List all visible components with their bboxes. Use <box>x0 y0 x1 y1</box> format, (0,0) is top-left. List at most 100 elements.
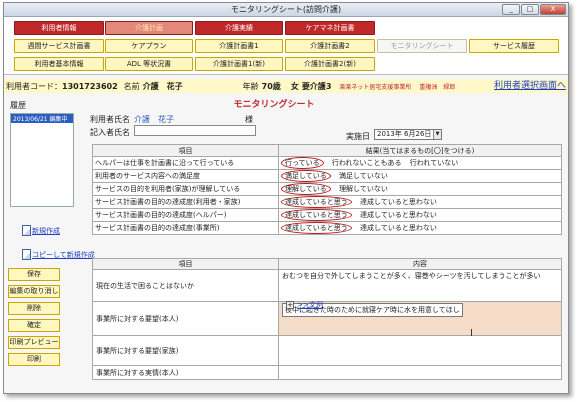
history-panel: 履歴 2013/06/21 編集中 <box>10 100 74 207</box>
btn-care-plan-1[interactable]: 介護計画書1 <box>195 39 283 53</box>
eval-col-item: 項目 <box>92 144 279 157</box>
new-document-icon <box>22 225 31 236</box>
user-select-link[interactable]: 利用者選択画面へ <box>494 79 566 93</box>
option-selected[interactable]: 行っている <box>281 157 324 169</box>
req-item: 現在の生活で困ることはないか <box>92 269 279 302</box>
req-item: 事業所に対する要望(本人) <box>92 301 279 336</box>
eval-result: 行っている 行われないこともある 行われていない <box>278 156 562 170</box>
tab-caremanager-plan[interactable]: ケアマネ計画書 <box>285 21 375 35</box>
option[interactable]: 満足していない <box>339 171 388 181</box>
tab-care-record[interactable]: 介護実績 <box>195 21 283 35</box>
table-row: 現在の生活で困ることはないか おむつを自分で外してしまうことが多く、寝巻やシーツ… <box>92 269 562 302</box>
table-row: サービス計画書の目的の達成度(利用者・家族) 達成していると思う 達成していると… <box>92 195 562 209</box>
text-cursor-icon: I <box>470 328 473 339</box>
evaluation-table: 項目 結果(当てはまるもの[〇]をつける) ヘルパーは仕事を計画書に沿って行って… <box>92 144 562 235</box>
user-code: 1301723602 <box>62 81 118 91</box>
window-title: モニタリングシート(訪問介護) <box>230 5 342 14</box>
age-value: 70歳 <box>261 81 281 91</box>
req-content-field[interactable]: おむつを自分で外してしまうことが多く、寝巻やシーツを汚してしまうことが多い <box>278 269 562 302</box>
delete-button[interactable]: 削除 <box>8 302 60 315</box>
tab-user-info[interactable]: 利用者情報 <box>14 21 104 35</box>
req-content-field[interactable] <box>278 335 562 366</box>
template-link[interactable]: >>文例 <box>297 301 323 309</box>
user-name-label: 利用者氏名 <box>90 115 130 124</box>
option[interactable]: 達成していると思わない <box>360 197 437 207</box>
req-col-content: 内容 <box>278 258 562 270</box>
eval-col-result: 結果(当てはまるもの[〇]をつける) <box>278 144 562 157</box>
btn-service-history[interactable]: サービス履歴 <box>469 39 559 53</box>
eval-item: サービスの目的を利用者(家族)が理解している <box>92 182 279 196</box>
option-selected[interactable]: 満足している <box>281 170 331 182</box>
btn-care-plan[interactable]: ケアプラン <box>105 39 193 53</box>
form-user-name: 介護 花子 <box>134 115 174 124</box>
history-item[interactable]: 2013/06/21 編集中 <box>11 114 73 123</box>
table-row: 事業所に対する要望(家族) <box>92 335 562 366</box>
copy-new-label: コピーして新規作成 <box>32 250 95 259</box>
mini-toolbar: + >>文例 <box>286 300 323 310</box>
sheet-title: モニタリングシート <box>233 100 315 110</box>
honorific: 様 <box>245 115 253 124</box>
recorder-label: 記入者氏名 <box>90 128 130 137</box>
user-code-label: 利用者コード： <box>6 81 62 91</box>
option-selected[interactable]: 理解している <box>281 183 331 195</box>
btn-weekly-service-plan[interactable]: 週間サービス計画書 <box>14 39 104 53</box>
eval-item: ヘルパーは仕事を計画書に沿って行っている <box>92 156 279 170</box>
date-label: 実施日 <box>346 132 370 141</box>
btn-care-plan-2[interactable]: 介護計画書2 <box>285 39 375 53</box>
option-selected[interactable]: 達成していると思う <box>281 222 352 234</box>
btn-user-basic-info[interactable]: 利用者基本情報 <box>14 57 104 71</box>
req-content-field[interactable] <box>278 365 562 380</box>
history-label: 履歴 <box>10 101 26 110</box>
eval-result: 達成していると思う 達成していると思わない <box>278 208 562 222</box>
staff-name: 重複洲 緑郎 <box>419 83 456 91</box>
maximize-button[interactable]: □ <box>521 4 539 15</box>
new-create-label: 新規作成 <box>32 226 60 235</box>
care-level-value: 3 <box>325 81 332 91</box>
history-list[interactable]: 2013/06/21 編集中 <box>10 113 74 207</box>
save-button[interactable]: 保存 <box>8 268 60 281</box>
table-row: サービス計画書の目的の達成度(ヘルパー) 達成していると思う 達成していると思わ… <box>92 208 562 222</box>
eval-result: 満足している 満足していない <box>278 169 562 183</box>
date-picker[interactable]: 2013年 6月26日 ▼ <box>374 129 442 140</box>
chevron-down-icon[interactable]: ▼ <box>433 130 441 139</box>
close-button[interactable]: X <box>540 4 566 15</box>
eval-item: サービス計画書の目的の達成度(事業所) <box>92 221 279 235</box>
eval-result: 理解している 理解していない <box>278 182 562 196</box>
btn-monitoring-sheet[interactable]: モニタリングシート <box>377 39 467 53</box>
tab-care-plan[interactable]: 介護計画 <box>105 21 193 35</box>
option[interactable]: 達成していると思わない <box>360 210 437 220</box>
print-preview-button[interactable]: 印刷プレビュー <box>8 336 60 349</box>
eval-result: 達成していると思う 達成していると思わない <box>278 195 562 209</box>
office-name: 楽楽ネット居宅支援事業所 <box>339 83 412 91</box>
btn-care-plan-2-new[interactable]: 介護計画書2(新) <box>285 57 375 71</box>
req-item: 事業所に対する要望(家族) <box>92 335 279 366</box>
btn-care-plan-1-new[interactable]: 介護計画書1(新) <box>195 57 283 71</box>
btn-adl-status[interactable]: ADL 等状況書 <box>105 57 193 71</box>
plus-icon[interactable]: + <box>286 301 294 309</box>
date-value: 2013年 6月26日 <box>377 130 432 138</box>
table-row: 事業所に対する要望(本人) 夜中に起きた時のために就寝ケア時に水を用意してほし <box>92 301 562 336</box>
care-level-label: 要介護 <box>301 81 326 91</box>
copy-new-link[interactable]: コピーして新規作成 <box>22 249 95 260</box>
new-create-link[interactable]: 新規作成 <box>22 225 60 236</box>
copy-document-icon <box>22 249 31 260</box>
option-selected[interactable]: 達成していると思う <box>281 196 352 208</box>
nav-bar: 利用者情報 介護計画 介護実績 ケアマネ計画書 週間サービス計画書 ケアプラン … <box>4 17 568 75</box>
recorder-input[interactable] <box>134 125 256 136</box>
option[interactable]: 行われないこともある <box>332 158 402 168</box>
app-window: モニタリングシート(訪問介護) _ □ X 利用者情報 介護計画 介護実績 ケア… <box>3 2 569 394</box>
table-row: ヘルパーは仕事を計画書に沿って行っている 行っている 行われないこともある 行わ… <box>92 156 562 170</box>
req-item: 事業所に対する実情(本人) <box>92 365 279 380</box>
table-row: サービス計画書の目的の達成度(事業所) 達成していると思う 達成していると思わな… <box>92 221 562 235</box>
eval-item: サービス計画書の目的の達成度(利用者・家族) <box>92 195 279 209</box>
print-button[interactable]: 印刷 <box>8 353 60 366</box>
option[interactable]: 達成していると思わない <box>360 223 437 233</box>
option[interactable]: 理解していない <box>339 184 388 194</box>
option[interactable]: 行われていない <box>410 158 458 168</box>
option-selected[interactable]: 達成していると思う <box>281 209 352 221</box>
eval-item: 利用者のサービス内容への満足度 <box>92 169 279 183</box>
cancel-edit-button[interactable]: 編集の取り消し <box>8 285 60 298</box>
user-name: 介護 花子 <box>142 81 183 91</box>
confirm-button[interactable]: 確定 <box>8 319 60 332</box>
minimize-button[interactable]: _ <box>502 4 520 15</box>
